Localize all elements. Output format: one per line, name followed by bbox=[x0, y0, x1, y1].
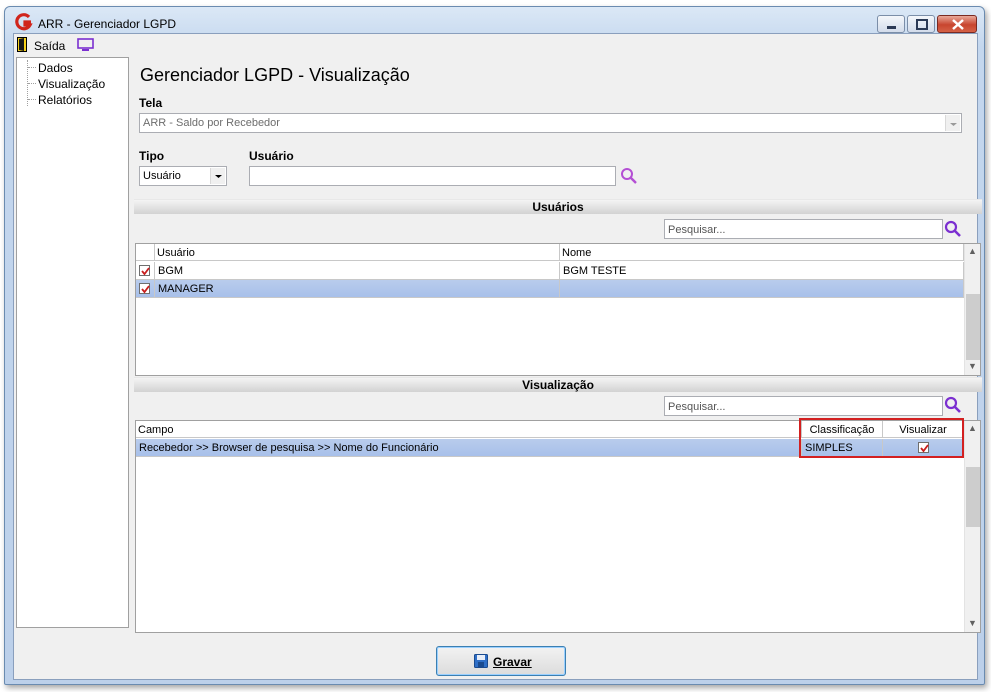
tree-item-dados[interactable]: Dados bbox=[38, 61, 73, 75]
column-header-usuario[interactable]: Usuário bbox=[155, 244, 560, 261]
usuarios-scrollbar[interactable]: ▲ ▼ bbox=[964, 244, 980, 375]
usuarios-search-input[interactable]: Pesquisar... bbox=[664, 219, 943, 239]
visualizacao-section-header: Visualização bbox=[134, 377, 982, 392]
usuario-input[interactable] bbox=[249, 166, 616, 186]
visualizacao-search-input[interactable]: Pesquisar... bbox=[664, 396, 943, 416]
tree-item-visualizacao[interactable]: Visualização bbox=[38, 77, 105, 91]
column-header-check[interactable] bbox=[136, 244, 155, 261]
row-checkbox[interactable] bbox=[139, 265, 150, 276]
column-header-campo[interactable]: Campo bbox=[136, 421, 802, 438]
close-icon bbox=[952, 19, 964, 30]
chevron-down-icon bbox=[950, 123, 957, 126]
tela-value: ARR - Saldo por Recebedor bbox=[143, 117, 280, 129]
maximize-icon bbox=[916, 19, 928, 30]
floppy-disk-icon bbox=[474, 654, 488, 668]
monitor-icon[interactable] bbox=[77, 38, 94, 52]
scrollbar-thumb[interactable] bbox=[966, 467, 980, 527]
exit-label[interactable]: Saída bbox=[34, 39, 65, 53]
close-button[interactable] bbox=[937, 15, 977, 33]
scroll-down-icon[interactable]: ▼ bbox=[968, 361, 977, 371]
usuario-label: Usuário bbox=[249, 149, 294, 163]
scroll-up-icon[interactable]: ▲ bbox=[968, 246, 977, 256]
search-icon[interactable] bbox=[944, 220, 962, 238]
dropdown-arrow[interactable] bbox=[210, 168, 225, 184]
table-row-selected[interactable]: MANAGER bbox=[136, 280, 964, 298]
exit-door-icon[interactable] bbox=[17, 37, 29, 52]
usuario-cell[interactable]: BGM bbox=[155, 262, 560, 280]
tipo-label: Tipo bbox=[139, 149, 165, 163]
usuario-cell[interactable]: MANAGER bbox=[155, 280, 560, 298]
tipo-value: Usuário bbox=[143, 170, 181, 182]
column-header-nome[interactable]: Nome bbox=[560, 244, 964, 261]
row-check-cell[interactable] bbox=[136, 280, 155, 298]
usuarios-grid: Usuário Nome BGM BGM TESTE MANAGER ▲ ▼ bbox=[135, 243, 981, 376]
save-label: Gravar bbox=[493, 655, 532, 669]
app-logo-icon bbox=[15, 13, 33, 31]
row-checkbox[interactable] bbox=[139, 283, 150, 294]
client-area: Saída Dados Visualização Relatórios Gere… bbox=[13, 33, 982, 680]
scroll-up-icon[interactable]: ▲ bbox=[968, 423, 977, 433]
window-title: ARR - Gerenciador LGPD bbox=[38, 17, 177, 31]
maximize-button[interactable] bbox=[907, 15, 935, 33]
tree-connector bbox=[28, 83, 36, 84]
checkmark-icon bbox=[141, 267, 150, 276]
usuarios-search-placeholder: Pesquisar... bbox=[668, 224, 726, 236]
search-icon[interactable] bbox=[944, 396, 962, 414]
red-highlight-box bbox=[799, 418, 964, 458]
dropdown-arrow[interactable] bbox=[945, 115, 960, 131]
table-row[interactable]: BGM BGM TESTE bbox=[136, 262, 964, 280]
app-window: ARR - Gerenciador LGPD Saída Dados Visua… bbox=[4, 6, 985, 685]
checkmark-icon bbox=[141, 285, 150, 294]
visualizacao-scrollbar[interactable]: ▲ ▼ bbox=[964, 421, 980, 632]
nome-cell[interactable]: BGM TESTE bbox=[560, 262, 964, 280]
search-icon[interactable] bbox=[620, 167, 638, 185]
scrollbar-thumb[interactable] bbox=[966, 294, 980, 360]
minimize-icon bbox=[887, 26, 896, 29]
scroll-down-icon[interactable]: ▼ bbox=[968, 618, 977, 628]
navigation-tree: Dados Visualização Relatórios bbox=[16, 57, 129, 628]
tree-item-relatorios[interactable]: Relatórios bbox=[38, 93, 92, 107]
tela-label: Tela bbox=[139, 96, 163, 110]
page-title: Gerenciador LGPD - Visualização bbox=[140, 65, 410, 85]
visualizacao-search-placeholder: Pesquisar... bbox=[668, 401, 726, 413]
grid-header: Usuário Nome bbox=[136, 244, 964, 261]
campo-cell[interactable]: Recebedor >> Browser de pesquisa >> Nome… bbox=[136, 439, 802, 457]
tree-connector bbox=[28, 67, 36, 68]
minimize-button[interactable] bbox=[877, 15, 905, 33]
row-check-cell[interactable] bbox=[136, 262, 155, 280]
nome-cell[interactable] bbox=[560, 280, 964, 298]
tree-connector bbox=[28, 99, 36, 100]
tipo-select[interactable]: Usuário bbox=[139, 166, 227, 186]
toolbar: Saída bbox=[14, 34, 977, 56]
chevron-down-icon bbox=[215, 175, 222, 178]
tela-select[interactable]: ARR - Saldo por Recebedor bbox=[139, 113, 962, 133]
usuarios-section-header: Usuários bbox=[134, 199, 982, 214]
save-button[interactable]: Gravar bbox=[436, 646, 566, 676]
